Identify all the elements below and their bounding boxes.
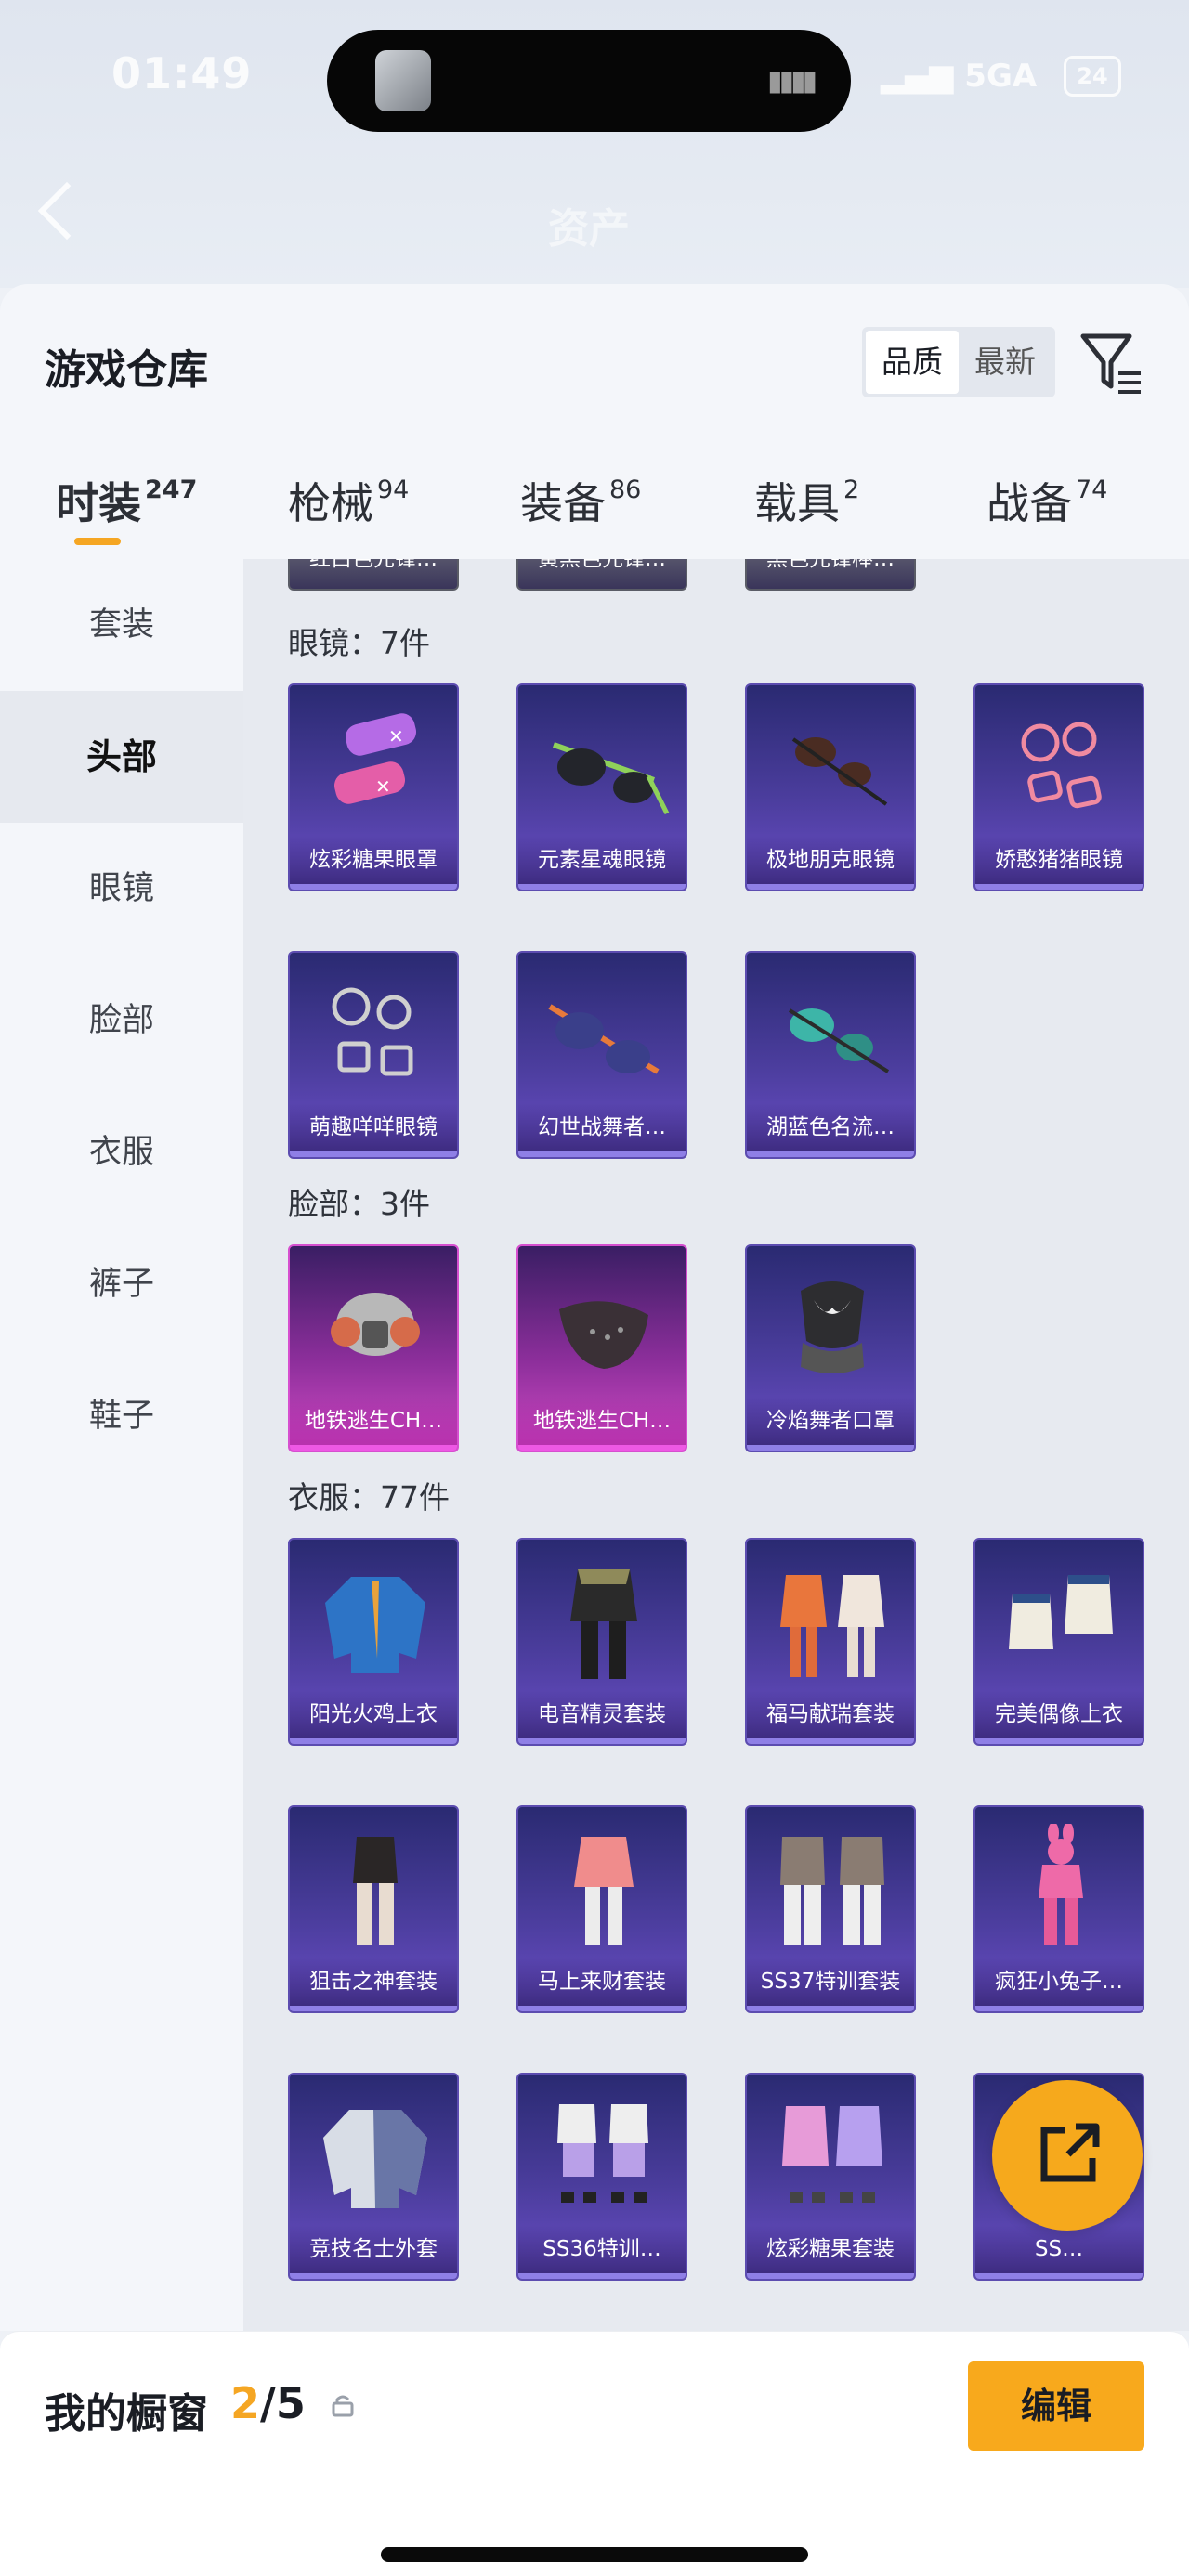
item-card[interactable]: 湖蓝色名流… (745, 951, 916, 1159)
sidebar-item-glasses[interactable]: 眼镜 (0, 823, 243, 955)
face-mask-icon (559, 1301, 648, 1369)
audio-wave-icon: ▮▮▮▮ (766, 65, 817, 98)
showcase-title: 我的橱窗 (45, 2390, 208, 2438)
item-card[interactable]: 炫彩糖果套装 (745, 2073, 916, 2281)
tab-equipment[interactable]: 装备 86 (520, 470, 641, 531)
item-card[interactable]: 疯狂小兔子… (973, 1805, 1144, 2013)
item-card[interactable]: SS37特训套装 (745, 1805, 916, 2013)
item-card[interactable]: 幻世战舞者… (516, 951, 687, 1159)
section-title-face: 脸部：3件 (288, 1186, 430, 1222)
sunglasses-icon (553, 742, 670, 815)
warehouse-title: 游戏仓库 (45, 346, 208, 394)
item-card[interactable]: SS36特训… (516, 2073, 687, 2281)
item-card[interactable]: 地铁逃生CH… (516, 1244, 687, 1452)
item-card[interactable]: 狙击之神套装 (288, 1805, 459, 2013)
outfit-icon (782, 2106, 882, 2203)
item-card[interactable]: 竞技名士外套 (288, 2073, 459, 2281)
warehouse-sheet: 游戏仓库 品质 最新 时装 247 枪械 94 装备 86 载具 2 战备 74 套装 头… (0, 284, 1189, 2331)
outfit-icon (570, 1569, 637, 1679)
sidebar-item-clothes[interactable]: 衣服 (0, 1086, 243, 1218)
media-thumbnail (375, 50, 431, 111)
sidebar-item-shoes[interactable]: 鞋子 (0, 1350, 243, 1482)
round-glasses-icon (1021, 722, 1102, 809)
network-label: ▂▄▆ 5GA (881, 58, 1038, 95)
filter-icon[interactable] (1078, 329, 1144, 399)
eye-mask-icon: ✕✕ (333, 713, 417, 804)
item-card[interactable]: 黑色先锋棒… (745, 559, 916, 591)
lock-icon (332, 2395, 354, 2417)
sort-toggle: 品质 最新 (862, 327, 1055, 397)
tab-guns[interactable]: 枪械 94 (288, 470, 409, 531)
outfit-icon (574, 1837, 634, 1945)
jacket-icon (325, 1577, 425, 1673)
tab-vehicles[interactable]: 载具 2 (754, 470, 859, 531)
showcase-count: 2/5 (230, 2378, 306, 2428)
shirt-icon (1009, 1575, 1113, 1649)
item-card[interactable]: 极地朋克眼镜 (745, 683, 916, 891)
section-title-clothes: 衣服：77件 (288, 1479, 450, 1516)
item-card[interactable]: 电音精灵套装 (516, 1538, 687, 1746)
item-card[interactable]: 马上来财套装 (516, 1805, 687, 2013)
edit-button[interactable]: 编辑 (968, 2361, 1144, 2451)
status-time: 01:49 (111, 48, 253, 98)
battery-icon: 24 (1064, 56, 1121, 97)
bunny-outfit-icon (1039, 1824, 1083, 1945)
sidebar-item-face[interactable]: 脸部 (0, 955, 243, 1086)
item-card[interactable]: ✕ ✕ 炫彩糖果眼罩 (288, 683, 459, 891)
category-tabs: 时装 247 枪械 94 装备 86 载具 2 战备 74 (0, 433, 1189, 559)
round-glasses-icon (332, 987, 413, 1076)
item-card[interactable]: 元素星魂眼镜 (516, 683, 687, 891)
scarf-mask-icon (801, 1281, 864, 1373)
item-card[interactable]: 福马献瑞套装 (745, 1538, 916, 1746)
sort-newest-button[interactable]: 最新 (959, 331, 1052, 394)
item-card[interactable]: 萌趣咩咩眼镜 (288, 951, 459, 1159)
active-tab-indicator (74, 538, 121, 545)
share-icon (1040, 2123, 1100, 2182)
gas-mask-icon (331, 1293, 420, 1356)
signal-icon: ▂▄▆ (881, 58, 965, 95)
dynamic-island: ▮▮▮▮ (327, 30, 851, 132)
item-card[interactable]: 阳光火鸡上衣 (288, 1538, 459, 1746)
tab-supplies[interactable]: 战备 74 (986, 470, 1107, 531)
goggles-icon (791, 737, 888, 806)
jacket-icon (323, 2110, 427, 2208)
sunglasses-icon (548, 1004, 660, 1074)
svg-text:✕: ✕ (388, 725, 404, 748)
outfit-icon (353, 1837, 398, 1945)
item-card[interactable]: 冷焰舞者口罩 (745, 1244, 916, 1452)
showcase-footer: 我的橱窗 2/5 编辑 (0, 2331, 1189, 2576)
section-title-glasses: 眼镜：7件 (288, 625, 430, 661)
outfit-icon (557, 2104, 648, 2203)
item-card[interactable]: 完美偶像上衣 (973, 1538, 1144, 1746)
item-card[interactable]: 红白色先锋… (288, 559, 459, 591)
item-grid: 红白色先锋… 黄黑色先锋… 黑色先锋棒… 眼镜：7件 ✕ ✕ 炫彩糖果眼罩 元素星… (243, 559, 1189, 2331)
sidebar-item-pants[interactable]: 裤子 (0, 1218, 243, 1350)
home-indicator (381, 2547, 808, 2562)
sidebar-item-outfit[interactable]: 套装 (0, 559, 243, 691)
item-card[interactable]: 地铁逃生CH… (288, 1244, 459, 1452)
tab-fashion[interactable]: 时装 247 (56, 470, 197, 531)
sidebar: 套装 头部 眼镜 脸部 衣服 裤子 鞋子 (0, 559, 243, 2331)
sort-quality-button[interactable]: 品质 (866, 331, 959, 394)
item-card[interactable]: 黄黑色先锋… (516, 559, 687, 591)
sidebar-item-head[interactable]: 头部 (0, 691, 243, 823)
page-title: 资产 (548, 205, 630, 253)
outfit-icon (780, 1837, 884, 1945)
share-button[interactable] (992, 2080, 1143, 2231)
outfit-icon (780, 1575, 884, 1677)
sunglasses-icon (788, 1008, 890, 1073)
svg-text:✕: ✕ (375, 775, 391, 798)
item-card[interactable]: 娇憨猪猪眼镜 (973, 683, 1144, 891)
